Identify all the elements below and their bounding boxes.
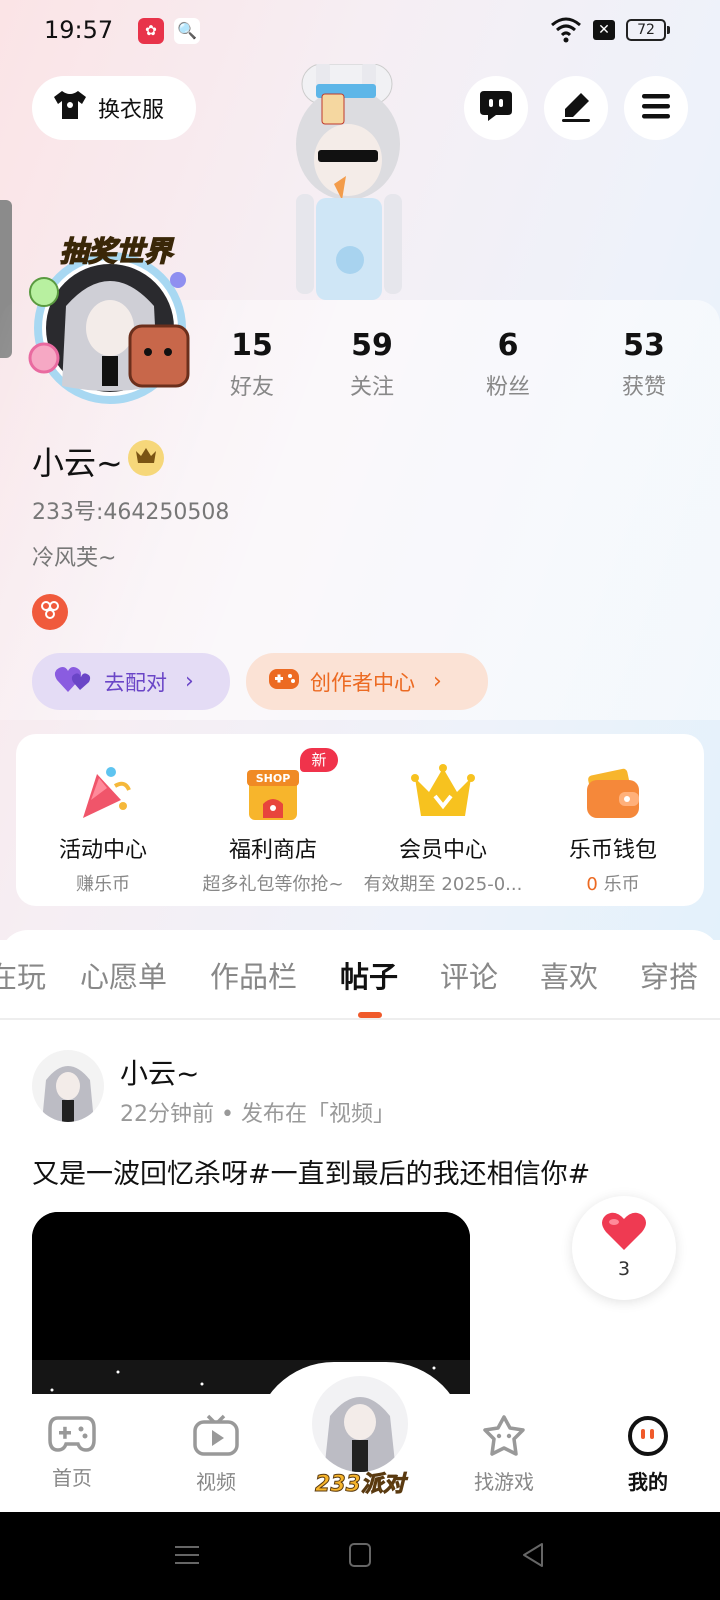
stat-friends-label: 好友 [229, 375, 274, 400]
chevron-right-icon: › [185, 669, 194, 694]
status-time: 19:57 [44, 16, 114, 44]
service-coin-wallet[interactable]: 乐币钱包 0 乐币 [528, 734, 698, 896]
edit-profile-button[interactable] [544, 76, 608, 140]
nav-find-games[interactable]: 找游戏 [454, 1414, 554, 1495]
post-meta: 22分钟前 • 发布在「视频」 [120, 1102, 395, 1127]
flower-icon [39, 599, 61, 625]
pair-button[interactable]: 去配对 › [32, 653, 230, 710]
wallet-icon [581, 760, 645, 824]
creator-center-label: 创作者中心 [310, 670, 415, 695]
mine-face-icon [626, 1416, 670, 1462]
tab-playing[interactable]: 在玩 [0, 954, 46, 996]
party-popper-icon [71, 760, 135, 824]
stat-following-value: 59 [351, 328, 393, 363]
tv-play-icon [192, 1414, 240, 1462]
creator-center-button[interactable]: 创作者中心 › [246, 653, 488, 710]
service-title: 乐币钱包 [568, 838, 657, 863]
new-badge: 新 [300, 748, 338, 772]
stat-friends-value: 15 [231, 328, 273, 363]
achievement-badge[interactable] [32, 594, 68, 630]
post-text[interactable]: 又是一波回忆杀呀#一直到最后的我还相信你# [32, 1152, 590, 1191]
tab-outfits[interactable]: 穿搭 [640, 954, 698, 996]
service-activity-center[interactable]: 活动中心 赚乐币 [18, 734, 188, 896]
service-subtitle: 0 乐币 [528, 870, 698, 896]
coin-balance: 0 [586, 874, 598, 895]
nav-mine[interactable]: 我的 [598, 1414, 698, 1495]
stat-likes[interactable]: 53 获赞 [589, 328, 699, 401]
stat-following[interactable]: 59 关注 [317, 328, 427, 401]
stat-friends[interactable]: 15 好友 [197, 328, 307, 401]
profile-stats: 15 好友 59 关注 6 粉丝 53 获赞 [0, 328, 720, 408]
home-icon[interactable] [348, 1542, 372, 1572]
shop-icon: SHOP [241, 760, 305, 824]
nav-video[interactable]: 视频 [166, 1414, 266, 1495]
stat-likes-value: 53 [623, 328, 665, 363]
gamepad-icon [268, 666, 300, 697]
nav-home-label: 首页 [52, 1466, 92, 1490]
change-outfit-button[interactable]: 换衣服 [32, 76, 196, 140]
tab-comments[interactable]: 评论 [440, 954, 498, 996]
service-title: 福利商店 [228, 838, 317, 863]
battery-indicator: 72 [626, 19, 670, 41]
party-avatar-button[interactable] [312, 1376, 408, 1472]
avatar-frame-title: 抽奖世界 [59, 234, 173, 269]
change-outfit-label: 换衣服 [98, 98, 165, 123]
tab-likes[interactable]: 喜欢 [540, 954, 598, 996]
search-app-icon: 🔍 [174, 18, 200, 44]
profile-name: 小云~ [32, 444, 123, 482]
nav-mine-label: 我的 [628, 1470, 668, 1494]
menu-button[interactable] [624, 76, 688, 140]
service-vip-center[interactable]: 会员中心 有效期至 2025-0... [358, 734, 528, 896]
service-title: 活动中心 [58, 838, 147, 863]
wifi-icon [550, 16, 582, 48]
heart-icon [572, 1210, 676, 1256]
pen-icon [559, 89, 593, 127]
stat-following-label: 关注 [349, 375, 394, 400]
stat-likes-label: 获赞 [621, 375, 666, 400]
shirt-icon [52, 89, 88, 127]
star-face-icon [480, 1415, 528, 1462]
gamepad-icon [48, 1416, 96, 1458]
hamburger-icon [640, 92, 672, 124]
system-navigation-bar [0, 1512, 720, 1600]
avatar-3d-figure[interactable] [276, 60, 422, 300]
service-subtitle: 超多礼包等你抢~ [202, 874, 344, 895]
status-bar: 19:57 ✿ 🔍 ✕ 72 [0, 12, 720, 52]
svg-text:SHOP: SHOP [256, 772, 291, 785]
post-author-name[interactable]: 小云~ [120, 1052, 199, 1092]
vip-crown-badge[interactable] [128, 440, 164, 476]
service-subtitle: 赚乐币 [76, 874, 130, 895]
stat-fans-value: 6 [497, 328, 519, 363]
app-notification-icon: ✿ [138, 18, 164, 44]
crown-icon [135, 447, 157, 469]
chat-button[interactable] [464, 76, 528, 140]
recent-apps-icon[interactable] [174, 1542, 200, 1572]
service-title: 会员中心 [398, 838, 487, 863]
chevron-right-icon: › [433, 669, 442, 694]
pair-label: 去配对 [104, 670, 167, 695]
services-card: 活动中心 赚乐币 SHOP 福利商店 超多礼包等你抢~ 会员中心 有效期至 20… [16, 734, 704, 906]
profile-uid: 233号:464250508 [32, 500, 230, 525]
service-subtitle: 有效期至 2025-0... [363, 874, 523, 895]
chat-icon [478, 89, 514, 127]
tab-posts[interactable]: 帖子 [340, 954, 398, 996]
profile-bio: 冷风芙~ [32, 546, 117, 571]
nav-video-label: 视频 [196, 1470, 236, 1494]
coin-unit: 乐币 [597, 874, 640, 895]
tabs-divider [0, 1018, 720, 1020]
like-count: 3 [617, 1258, 631, 1280]
stat-fans-label: 粉丝 [485, 375, 530, 400]
tab-wishlist[interactable]: 心愿单 [80, 954, 167, 996]
nav-home[interactable]: 首页 [22, 1414, 122, 1491]
heart-pair-icon [54, 664, 94, 699]
like-button[interactable]: 3 [572, 1196, 676, 1300]
post-author-avatar[interactable] [32, 1050, 104, 1122]
stat-fans[interactable]: 6 粉丝 [453, 328, 563, 401]
nav-find-games-label: 找游戏 [474, 1470, 534, 1494]
party-label: 233派对 [315, 1472, 406, 1498]
tab-works[interactable]: 作品栏 [210, 954, 297, 996]
crown-gold-icon [411, 760, 475, 824]
back-icon[interactable] [520, 1542, 546, 1572]
sim-x-icon: ✕ [593, 20, 615, 40]
